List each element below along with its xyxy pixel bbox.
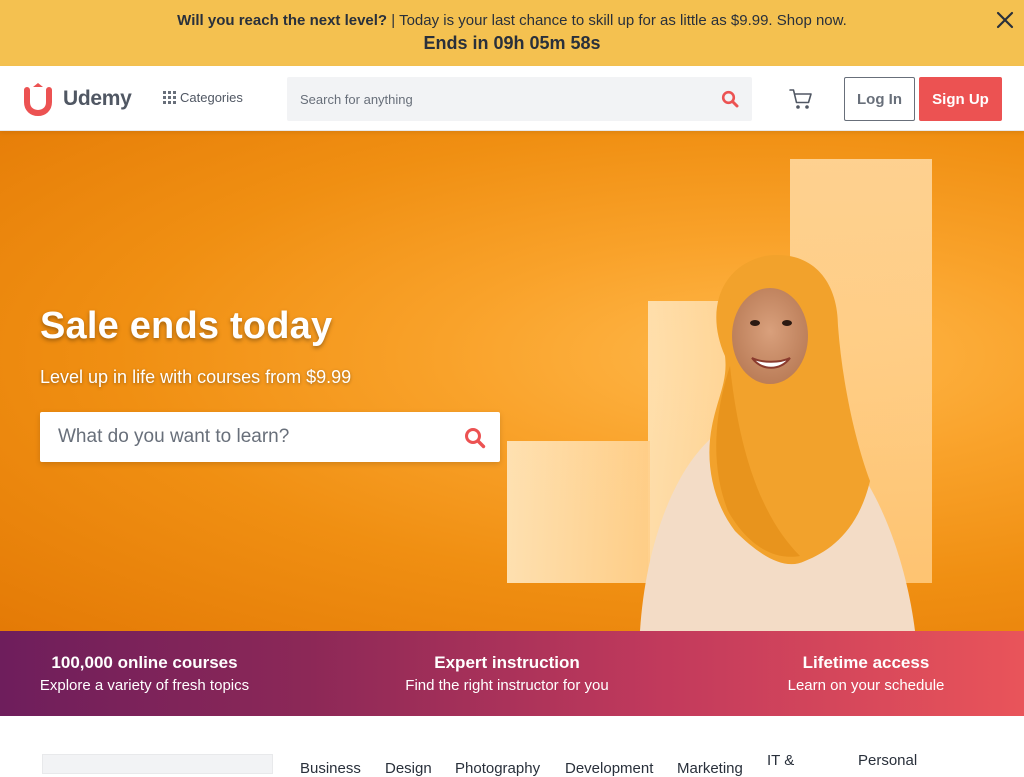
value-prop-title: Lifetime access bbox=[802, 653, 930, 672]
value-prop-description: Find the right instructor for you bbox=[405, 677, 609, 694]
value-prop-title: 100,000 online courses bbox=[51, 653, 238, 672]
udemy-logo[interactable]: Udemy bbox=[21, 82, 132, 116]
tab-marketing[interactable]: Marketing bbox=[677, 760, 743, 777]
grid-icon bbox=[163, 91, 176, 104]
cart-icon[interactable] bbox=[789, 88, 813, 110]
top-navbar: Udemy Categories Log In Sign Up bbox=[0, 66, 1024, 131]
close-icon[interactable] bbox=[995, 10, 1015, 30]
search-input[interactable] bbox=[287, 77, 707, 121]
signup-button[interactable]: Sign Up bbox=[919, 77, 1002, 121]
categories-label: Categories bbox=[180, 90, 243, 105]
tab-business[interactable]: Business bbox=[300, 760, 361, 777]
hero-search-input[interactable] bbox=[40, 412, 450, 462]
value-prop-title: Expert instruction bbox=[434, 653, 580, 672]
udemy-logo-icon bbox=[24, 83, 52, 116]
tab-development[interactable]: Development bbox=[565, 760, 653, 777]
tab-design[interactable]: Design bbox=[385, 760, 432, 777]
promo-headline: Will you reach the next level? bbox=[177, 12, 388, 29]
value-prop-description: Explore a variety of fresh topics bbox=[39, 677, 250, 694]
tab-personal-development[interactable]: Personal bbox=[858, 752, 917, 769]
value-prop-description: Learn on your schedule bbox=[787, 677, 945, 694]
promo-text: | Today is your last chance to skill up … bbox=[387, 12, 847, 29]
value-prop: 100,000 online courses Explore a variety… bbox=[20, 631, 269, 716]
hero-title: Sale ends today bbox=[40, 305, 333, 347]
category-panel bbox=[42, 754, 273, 774]
promo-message: Will you reach the next level? | Today i… bbox=[0, 12, 1024, 29]
header-search-bar bbox=[287, 77, 752, 121]
hero-subtitle: Level up in life with courses from $9.99 bbox=[40, 367, 352, 387]
hero-search-bar bbox=[40, 412, 500, 462]
promo-countdown: Ends in 09h 05m 58s bbox=[423, 33, 601, 53]
hero-banner: Sale ends today Level up in life with co… bbox=[0, 131, 1024, 631]
value-props-band: 100,000 online courses Explore a variety… bbox=[0, 631, 1024, 716]
search-icon[interactable] bbox=[464, 427, 486, 449]
login-button[interactable]: Log In bbox=[844, 77, 915, 121]
tab-it-software[interactable]: IT & bbox=[767, 752, 794, 769]
tab-photography[interactable]: Photography bbox=[455, 760, 540, 777]
category-strip: Business Design Photography Development … bbox=[0, 716, 1024, 777]
logo-text: Udemy bbox=[63, 87, 132, 110]
value-prop: Expert instruction Find the right instru… bbox=[382, 631, 632, 716]
promo-banner[interactable]: Will you reach the next level? | Today i… bbox=[0, 0, 1024, 66]
value-prop: Lifetime access Learn on your schedule bbox=[760, 631, 972, 716]
search-icon[interactable] bbox=[721, 90, 739, 108]
categories-menu[interactable]: Categories bbox=[163, 90, 243, 105]
